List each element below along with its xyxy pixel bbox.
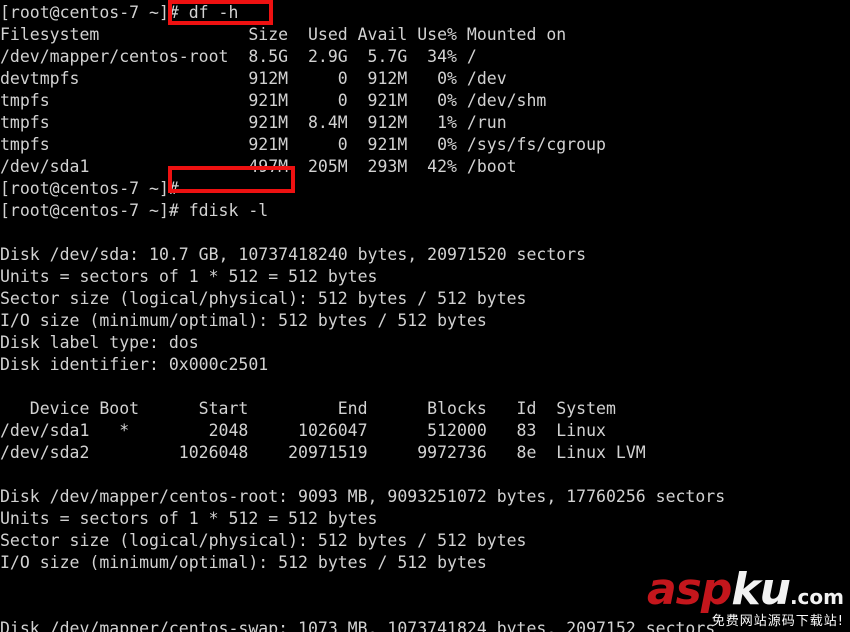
fdisk-sda-sector-size: Sector size (logical/physical): 512 byte… <box>0 289 527 308</box>
fdisk-sda-io-size: I/O size (minimum/optimal): 512 bytes / … <box>0 311 487 330</box>
watermark-brand-ku: ku <box>731 564 791 615</box>
fdisk-sda-units: Units = sectors of 1 * 512 = 512 bytes <box>0 267 378 286</box>
fdisk-sda-label-type: Disk label type: dos <box>0 333 199 352</box>
df-row-tmpfs-run: tmpfs 921M 8.4M 912M 1% /run <box>0 113 507 132</box>
df-row-sda1-boot: /dev/sda1 497M 205M 293M 42% /boot <box>0 157 517 176</box>
df-row-devtmpfs: devtmpfs 912M 0 912M 0% /dev <box>0 69 507 88</box>
fdisk-sda-identifier: Disk identifier: 0x000c2501 <box>0 355 269 374</box>
fdisk-centos-root-sector-size: Sector size (logical/physical): 512 byte… <box>0 531 527 550</box>
site-watermark: aspku.com 免费网站源码下载站! <box>647 568 844 629</box>
df-header-row: Filesystem Size Used Avail Use% Mounted … <box>0 25 567 44</box>
watermark-tld: .com <box>789 585 844 609</box>
terminal-window[interactable]: [root@centos-7 ~]# df -h Filesystem Size… <box>0 0 850 632</box>
partition-row-sda2: /dev/sda2 1026048 20971519 9972736 8e Li… <box>0 443 646 462</box>
fdisk-centos-root-units: Units = sectors of 1 * 512 = 512 bytes <box>0 509 378 528</box>
watermark-brand-asp: asp <box>646 564 732 615</box>
fdisk-sda-summary: Disk /dev/sda: 10.7 GB, 10737418240 byte… <box>0 245 587 264</box>
terminal-line: [root@centos-7 ~]# <box>0 179 179 198</box>
partition-table-header: Device Boot Start End Blocks Id System <box>0 399 616 418</box>
fdisk-centos-root-summary: Disk /dev/mapper/centos-root: 9093 MB, 9… <box>0 487 726 506</box>
df-row-centos-root: /dev/mapper/centos-root 8.5G 2.9G 5.7G 3… <box>0 47 477 66</box>
terminal-line: [root@centos-7 ~]# fdisk -l <box>0 201 269 220</box>
partition-row-sda1: /dev/sda1 * 2048 1026047 512000 83 Linux <box>0 421 606 440</box>
terminal-screen: [root@centos-7 ~]# df -h Filesystem Size… <box>0 2 850 632</box>
terminal-line: [root@centos-7 ~]# df -h <box>0 3 239 22</box>
watermark-subtitle: 免费网站源码下载站! <box>711 614 844 629</box>
watermark-brand: aspku.com <box>647 568 844 612</box>
df-row-tmpfs-shm: tmpfs 921M 0 921M 0% /dev/shm <box>0 91 547 110</box>
df-row-tmpfs-cgroup: tmpfs 921M 0 921M 0% /sys/fs/cgroup <box>0 135 606 154</box>
